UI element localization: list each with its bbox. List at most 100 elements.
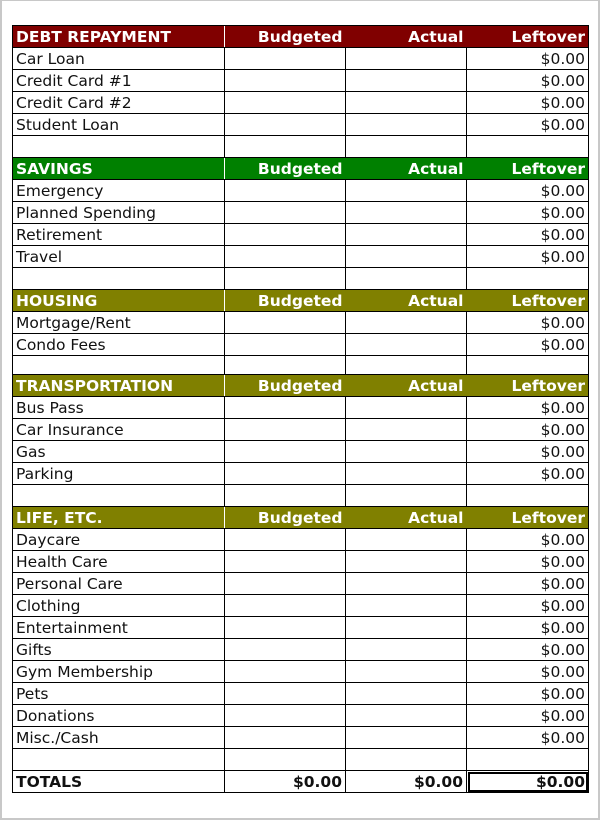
- row-label[interactable]: Pets: [12, 682, 225, 705]
- leftover-cell[interactable]: $0.00: [466, 462, 589, 485]
- budgeted-cell[interactable]: [224, 223, 346, 246]
- budgeted-cell[interactable]: [224, 333, 346, 356]
- empty-cell[interactable]: [466, 748, 589, 771]
- leftover-cell[interactable]: $0.00: [466, 616, 589, 639]
- totals-leftover[interactable]: $0.00: [466, 770, 589, 793]
- budgeted-cell[interactable]: [224, 91, 346, 114]
- budgeted-cell[interactable]: [224, 528, 346, 551]
- row-label[interactable]: Gas: [12, 440, 225, 463]
- row-label[interactable]: Misc./Cash: [12, 726, 225, 749]
- leftover-cell[interactable]: $0.00: [466, 726, 589, 749]
- empty-cell[interactable]: [224, 748, 346, 771]
- budgeted-cell[interactable]: [224, 550, 346, 573]
- leftover-cell[interactable]: $0.00: [466, 201, 589, 224]
- budgeted-cell[interactable]: [224, 704, 346, 727]
- actual-cell[interactable]: [345, 91, 467, 114]
- actual-cell[interactable]: [345, 47, 467, 70]
- row-label[interactable]: Credit Card #1: [12, 69, 225, 92]
- row-label[interactable]: Health Care: [12, 550, 225, 573]
- leftover-cell[interactable]: $0.00: [466, 594, 589, 617]
- empty-cell[interactable]: [345, 484, 467, 507]
- empty-cell[interactable]: [12, 355, 225, 375]
- actual-cell[interactable]: [345, 462, 467, 485]
- empty-cell[interactable]: [224, 267, 346, 290]
- row-label[interactable]: Donations: [12, 704, 225, 727]
- actual-cell[interactable]: [345, 113, 467, 136]
- row-label[interactable]: Condo Fees: [12, 333, 225, 356]
- actual-cell[interactable]: [345, 638, 467, 661]
- leftover-cell[interactable]: $0.00: [466, 179, 589, 202]
- budgeted-cell[interactable]: [224, 682, 346, 705]
- leftover-cell[interactable]: $0.00: [466, 528, 589, 551]
- leftover-cell[interactable]: $0.00: [466, 660, 589, 683]
- empty-cell[interactable]: [466, 267, 589, 290]
- row-label[interactable]: Car Insurance: [12, 418, 225, 441]
- budgeted-cell[interactable]: [224, 245, 346, 268]
- budgeted-cell[interactable]: [224, 113, 346, 136]
- row-label[interactable]: Student Loan: [12, 113, 225, 136]
- empty-cell[interactable]: [345, 135, 467, 158]
- actual-cell[interactable]: [345, 311, 467, 334]
- row-label[interactable]: Car Loan: [12, 47, 225, 70]
- leftover-cell[interactable]: $0.00: [466, 311, 589, 334]
- actual-cell[interactable]: [345, 550, 467, 573]
- budgeted-cell[interactable]: [224, 660, 346, 683]
- totals-actual[interactable]: $0.00: [345, 770, 467, 793]
- row-label[interactable]: Bus Pass: [12, 396, 225, 419]
- leftover-cell[interactable]: $0.00: [466, 69, 589, 92]
- empty-cell[interactable]: [12, 748, 225, 771]
- empty-cell[interactable]: [12, 135, 225, 158]
- actual-cell[interactable]: [345, 440, 467, 463]
- empty-cell[interactable]: [345, 748, 467, 771]
- leftover-cell[interactable]: $0.00: [466, 333, 589, 356]
- leftover-cell[interactable]: $0.00: [466, 223, 589, 246]
- row-label[interactable]: Gifts: [12, 638, 225, 661]
- actual-cell[interactable]: [345, 704, 467, 727]
- actual-cell[interactable]: [345, 682, 467, 705]
- row-label[interactable]: Retirement: [12, 223, 225, 246]
- actual-cell[interactable]: [345, 594, 467, 617]
- actual-cell[interactable]: [345, 572, 467, 595]
- budgeted-cell[interactable]: [224, 418, 346, 441]
- empty-cell[interactable]: [466, 355, 589, 375]
- leftover-cell[interactable]: $0.00: [466, 704, 589, 727]
- budgeted-cell[interactable]: [224, 47, 346, 70]
- actual-cell[interactable]: [345, 223, 467, 246]
- row-label[interactable]: Parking: [12, 462, 225, 485]
- budgeted-cell[interactable]: [224, 396, 346, 419]
- empty-cell[interactable]: [224, 355, 346, 375]
- leftover-cell[interactable]: $0.00: [466, 113, 589, 136]
- row-label[interactable]: Daycare: [12, 528, 225, 551]
- empty-cell[interactable]: [345, 267, 467, 290]
- actual-cell[interactable]: [345, 726, 467, 749]
- budgeted-cell[interactable]: [224, 440, 346, 463]
- empty-cell[interactable]: [12, 267, 225, 290]
- actual-cell[interactable]: [345, 333, 467, 356]
- leftover-cell[interactable]: $0.00: [466, 396, 589, 419]
- budgeted-cell[interactable]: [224, 311, 346, 334]
- actual-cell[interactable]: [345, 245, 467, 268]
- empty-cell[interactable]: [345, 355, 467, 375]
- actual-cell[interactable]: [345, 660, 467, 683]
- empty-cell[interactable]: [224, 484, 346, 507]
- row-label[interactable]: Travel: [12, 245, 225, 268]
- actual-cell[interactable]: [345, 179, 467, 202]
- budgeted-cell[interactable]: [224, 594, 346, 617]
- leftover-cell[interactable]: $0.00: [466, 245, 589, 268]
- row-label[interactable]: Personal Care: [12, 572, 225, 595]
- leftover-cell[interactable]: $0.00: [466, 638, 589, 661]
- leftover-cell[interactable]: $0.00: [466, 418, 589, 441]
- leftover-cell[interactable]: $0.00: [466, 440, 589, 463]
- empty-cell[interactable]: [12, 484, 225, 507]
- empty-cell[interactable]: [224, 135, 346, 158]
- budgeted-cell[interactable]: [224, 462, 346, 485]
- leftover-cell[interactable]: $0.00: [466, 550, 589, 573]
- empty-cell[interactable]: [466, 135, 589, 158]
- leftover-cell[interactable]: $0.00: [466, 91, 589, 114]
- leftover-cell[interactable]: $0.00: [466, 682, 589, 705]
- row-label[interactable]: Planned Spending: [12, 201, 225, 224]
- actual-cell[interactable]: [345, 396, 467, 419]
- row-label[interactable]: Gym Membership: [12, 660, 225, 683]
- actual-cell[interactable]: [345, 69, 467, 92]
- actual-cell[interactable]: [345, 418, 467, 441]
